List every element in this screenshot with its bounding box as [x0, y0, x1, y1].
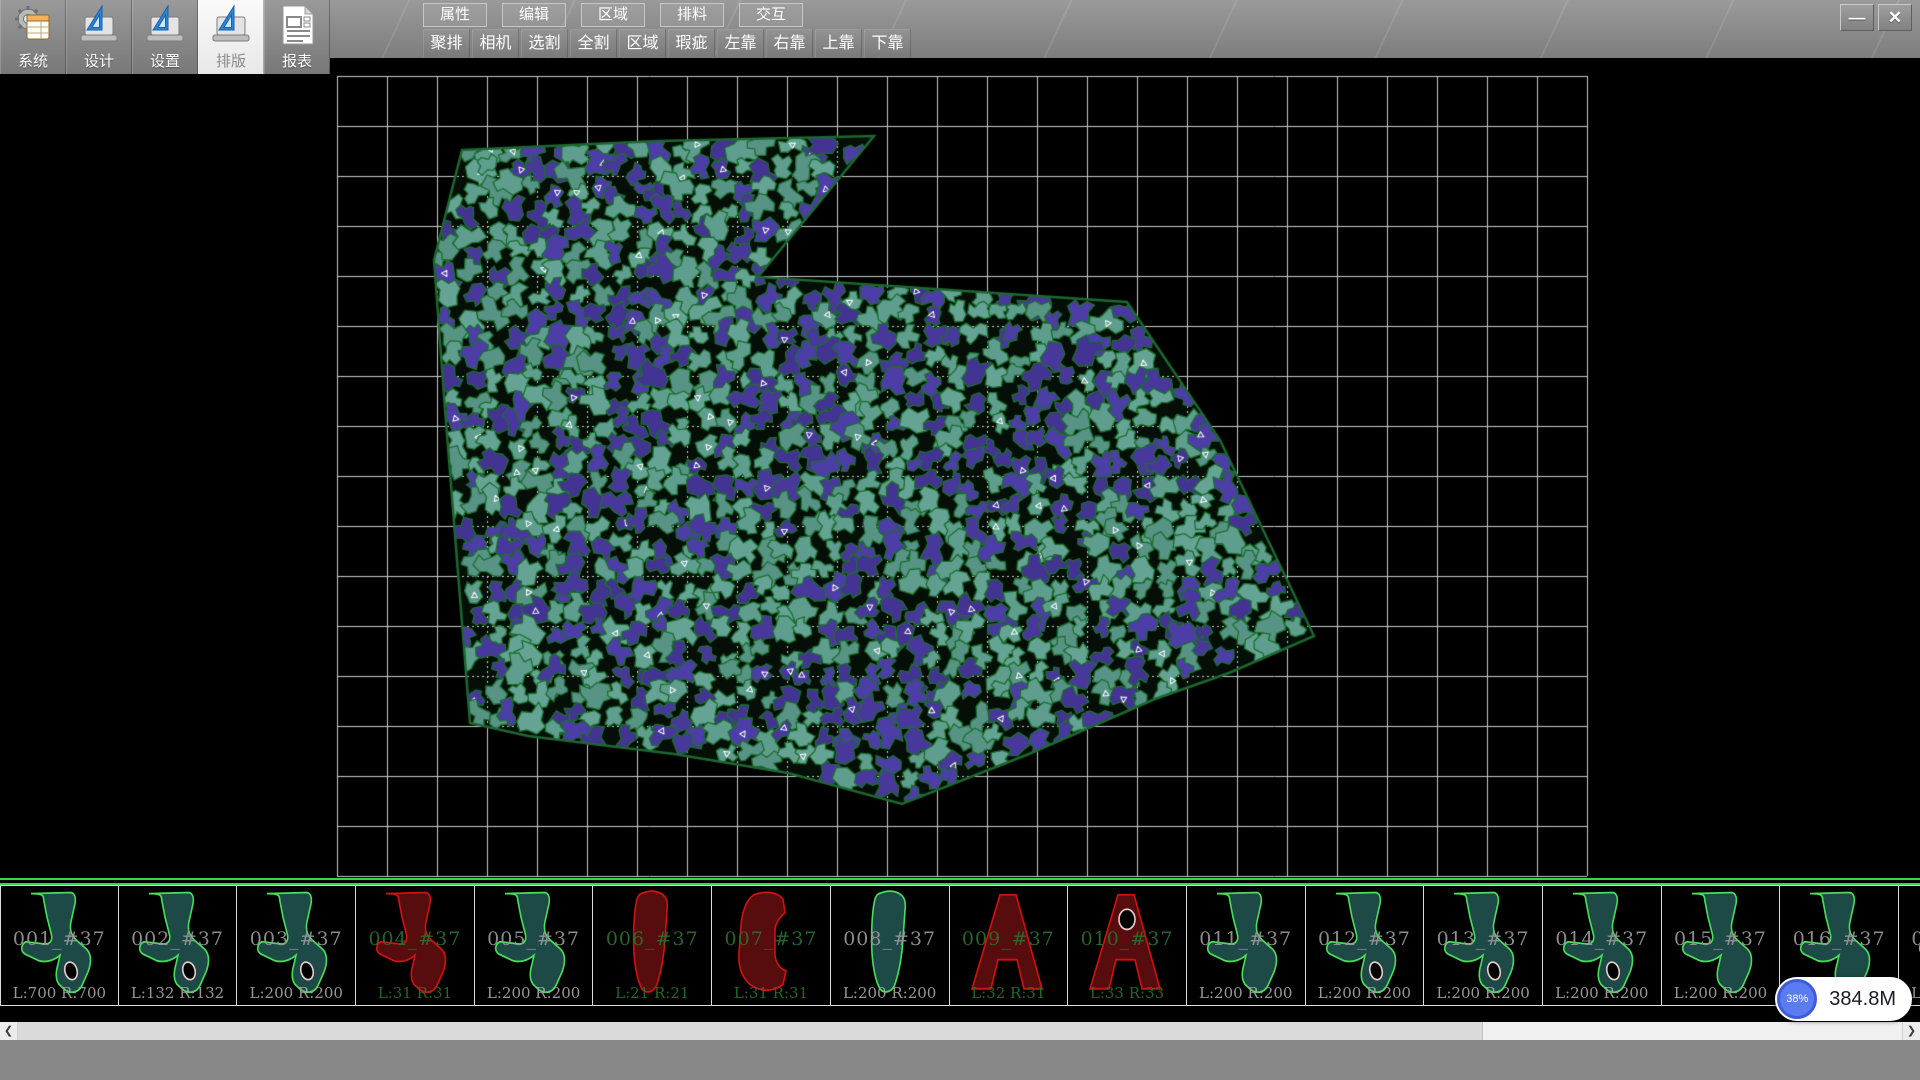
progress-value: 38%: [1786, 993, 1808, 1005]
action-button-cut-all[interactable]: 全割: [570, 29, 617, 57]
part-id-label: 011_#37: [1187, 928, 1305, 950]
tab-interactive[interactable]: 交互: [739, 3, 803, 27]
part-id-label: 007_#37: [712, 928, 830, 950]
main-icon-toolbar: 系统 设计 设置 排版 报表: [0, 0, 330, 74]
part-thumbnail[interactable]: 010_#37 L:33 R:33: [1068, 885, 1187, 1006]
action-button-camera[interactable]: 相机: [472, 29, 519, 57]
part-thumbnail[interactable]: 014_#37 L:200 R:200: [1543, 885, 1662, 1006]
progress-circle: 38%: [1777, 979, 1817, 1019]
toolbar-button-label: 系统: [18, 50, 48, 71]
part-lr-label: L:200 R:200: [475, 984, 593, 1002]
part-id-label: 006_#37: [593, 928, 711, 950]
action-button-snap-left[interactable]: 左靠: [717, 29, 764, 57]
scrollbar-thumb[interactable]: [18, 1022, 1483, 1040]
toolbar-button-label: 排版: [216, 50, 246, 71]
part-id-label: 015_#37: [1662, 928, 1780, 950]
part-lr-label: L:200 R:200: [1424, 984, 1542, 1002]
part-thumbnail[interactable]: 011_#37 L:200 R:200: [1187, 885, 1306, 1006]
part-id-label: 016_#37: [1780, 928, 1898, 950]
tab-region[interactable]: 区域: [581, 3, 645, 27]
toolbar-button-system[interactable]: 系统: [0, 0, 66, 74]
nesting-canvas[interactable]: [0, 58, 1920, 878]
scroll-right-icon[interactable]: ❯: [1902, 1022, 1920, 1040]
part-lr-label: L:32 R:31: [950, 984, 1068, 1002]
minimize-button[interactable]: —: [1840, 4, 1874, 31]
part-id-label: 005_#37: [475, 928, 593, 950]
scroll-left-icon[interactable]: ❮: [0, 1022, 18, 1040]
tab-properties[interactable]: 属性: [423, 3, 487, 27]
part-thumbnail[interactable]: 006_#37 L:21 R:21: [593, 885, 712, 1006]
action-button-snap-down[interactable]: 下靠: [864, 29, 911, 57]
status-footer: [0, 1040, 1920, 1080]
memory-status-badge[interactable]: 38% 384.8M: [1775, 977, 1912, 1021]
part-thumbnail[interactable]: 003_#37 L:200 R:200: [237, 885, 356, 1006]
toolbar-button-layout[interactable]: 排版: [198, 0, 264, 74]
part-thumbnail[interactable]: 002_#37 L:132 R:132: [119, 885, 238, 1006]
part-id-label: 014_#37: [1543, 928, 1661, 950]
part-lr-label: L:33 R:33: [1068, 984, 1186, 1002]
part-id-label: 012_#37: [1306, 928, 1424, 950]
report-doc-icon: [275, 3, 319, 47]
toolbar-button-settings[interactable]: 设置: [132, 0, 198, 74]
part-thumbnail[interactable]: 013_#37 L:200 R:200: [1424, 885, 1543, 1006]
window-controls: — ✕: [1840, 4, 1912, 31]
ruler-laptop-icon: [209, 3, 253, 47]
part-thumbnail[interactable]: 009_#37 L:32 R:31: [950, 885, 1069, 1006]
action-button-area[interactable]: 区域: [619, 29, 666, 57]
action-button-snap-up[interactable]: 上靠: [815, 29, 862, 57]
part-lr-label: L:31 R:31: [712, 984, 830, 1002]
part-id-label: 002_#37: [119, 928, 237, 950]
action-button-cluster-nest[interactable]: 聚排: [423, 29, 470, 57]
close-button[interactable]: ✕: [1878, 4, 1912, 31]
action-button-defect[interactable]: 瑕疵: [668, 29, 715, 57]
part-thumbnail[interactable]: 007_#37 L:31 R:31: [712, 885, 831, 1006]
part-id-label: 004_#37: [356, 928, 474, 950]
toolbar-button-label: 报表: [282, 50, 312, 71]
part-thumbnail[interactable]: 001_#37 L:700 R:700: [0, 885, 119, 1006]
part-id-label: 013_#37: [1424, 928, 1542, 950]
toolbar-button-report[interactable]: 报表: [264, 0, 330, 74]
horizontal-scrollbar[interactable]: ❮ ❯: [0, 1022, 1920, 1040]
part-thumbnail[interactable]: 015_#37 L:200 R:200: [1662, 885, 1781, 1006]
part-thumbnail[interactable]: 004_#37 L:31 R:31: [356, 885, 475, 1006]
part-thumbnail[interactable]: 008_#37 L:200 R:200: [831, 885, 950, 1006]
toolbar-button-label: 设计: [84, 50, 114, 71]
part-id-label: 010_#37: [1068, 928, 1186, 950]
parts-thumbnail-strip: 001_#37 L:700 R:700 002_#37 L:132 R:132 …: [0, 885, 1920, 1006]
part-id-label: 017_#37: [1899, 928, 1920, 950]
part-id-label: 003_#37: [237, 928, 355, 950]
gear-doc-icon: [11, 3, 55, 47]
part-id-label: 001_#37: [1, 928, 118, 950]
part-lr-label: L:700 R:700: [1, 984, 118, 1002]
part-id-label: 008_#37: [831, 928, 949, 950]
memory-value: 384.8M: [1829, 988, 1896, 1011]
part-lr-label: L:200 R:200: [1306, 984, 1424, 1002]
part-thumbnail[interactable]: 005_#37 L:200 R:200: [475, 885, 594, 1006]
part-lr-label: L:200 R:200: [237, 984, 355, 1002]
action-button-snap-right[interactable]: 右靠: [766, 29, 813, 57]
part-id-label: 009_#37: [950, 928, 1068, 950]
ruler-laptop-icon: [143, 3, 187, 47]
toolbar-button-label: 设置: [150, 50, 180, 71]
part-lr-label: L:132 R:132: [119, 984, 237, 1002]
part-lr-label: L:200 R:200: [831, 984, 949, 1002]
ruler-laptop-icon: [77, 3, 121, 47]
tab-nesting[interactable]: 排料: [660, 3, 724, 27]
part-lr-label: L:200 R:200: [1187, 984, 1305, 1002]
toolbar-button-design[interactable]: 设计: [66, 0, 132, 74]
parts-strip-divider: [0, 878, 1920, 885]
action-button-bar: 聚排相机选割全割区域瑕疵左靠右靠上靠下靠: [423, 29, 911, 57]
menu-tab-bar: 属性编辑区域排料交互: [423, 3, 803, 27]
tab-edit[interactable]: 编辑: [502, 3, 566, 27]
part-thumbnail[interactable]: 012_#37 L:200 R:200: [1306, 885, 1425, 1006]
part-lr-label: L:31 R:31: [356, 984, 474, 1002]
part-lr-label: L:200 R:200: [1543, 984, 1661, 1002]
part-lr-label: L:200 R:200: [1662, 984, 1780, 1002]
action-button-select-cut[interactable]: 选割: [521, 29, 568, 57]
part-lr-label: L:21 R:21: [593, 984, 711, 1002]
